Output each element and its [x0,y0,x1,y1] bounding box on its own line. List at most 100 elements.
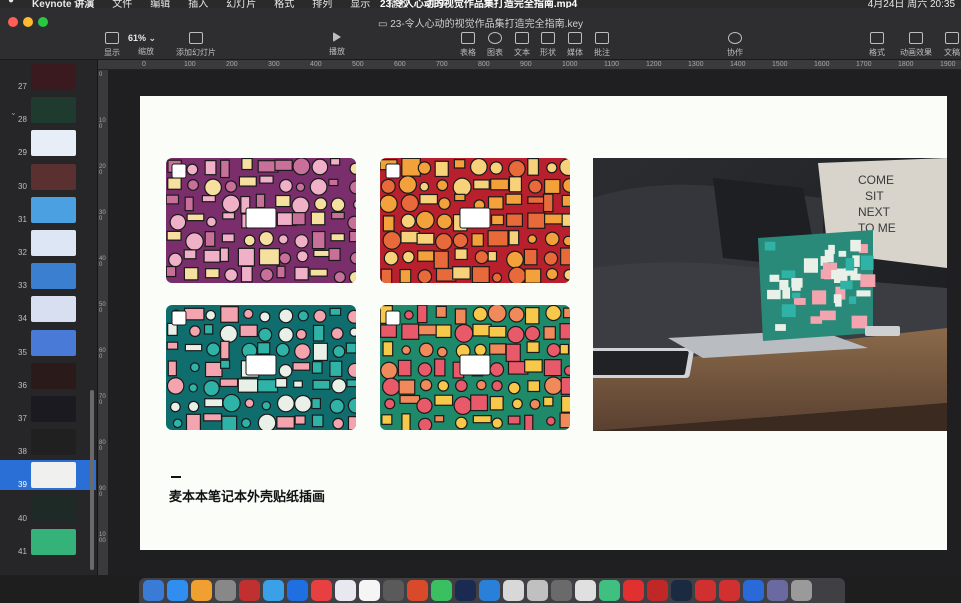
slide-thumbnail-item[interactable]: 35 [0,328,96,358]
comment-button[interactable]: 批注 [594,32,610,58]
dock-app-icon[interactable] [671,580,692,601]
dock-app-icon[interactable] [503,580,524,601]
illustration-green[interactable] [380,305,570,430]
dock-app-icon[interactable] [407,580,428,601]
media-button[interactable]: 媒体 [567,32,583,58]
slide-thumbnail-item[interactable]: 37 [0,394,96,424]
current-slide[interactable]: COME SIT NEXT TO ME 麦本本笔记本外壳贴纸插画 [140,96,947,550]
slide-thumbnail-item[interactable]: 41 [0,527,96,557]
dock-app-icon[interactable] [383,580,404,601]
dock-app-icon[interactable] [167,580,188,601]
format-button[interactable]: 格式 [869,32,885,58]
menu-format[interactable]: 格式 [274,0,294,8]
add-slide-button[interactable]: 添加幻灯片 [176,32,216,58]
illustration-shape [204,178,222,197]
dock-app-icon[interactable] [791,580,812,601]
illustration-shape [166,194,180,205]
slide-caption[interactable]: 麦本本笔记本外壳贴纸插画 [169,486,325,505]
slide-thumbnail-item[interactable]: 33 [0,261,96,291]
illustration-shape [204,231,216,247]
dock-app-icon[interactable] [623,580,644,601]
dock-app-icon[interactable] [143,580,164,601]
dock-app-icon[interactable] [743,580,764,601]
illustration-shape [380,194,398,213]
slide-thumbnail-item[interactable]: 39 [0,460,96,491]
slide-thumbnail-item[interactable]: 31 [0,195,96,225]
dock-app-icon[interactable] [215,580,236,601]
illustration-shape [416,397,433,414]
laptop-sticker-shape [812,290,827,305]
slide-thumbnail-item[interactable]: 34 [0,294,96,324]
illustration-shape [204,160,217,176]
slide-thumbnail-item[interactable]: 30 [0,162,96,192]
collapse-group-icon[interactable]: ⌄ [10,108,17,117]
play-button[interactable]: 播放 [329,32,345,57]
dock-app-icon[interactable] [359,580,380,601]
dock-app-icon[interactable] [551,580,572,601]
dock-app-icon[interactable] [575,580,596,601]
illustration-shape [382,341,394,357]
animate-button[interactable]: 动画效果 [900,32,932,58]
illustration-shape [347,215,356,231]
dock-app-icon[interactable] [527,580,548,601]
dock-app-icon[interactable] [263,580,284,601]
menu-view[interactable]: 显示 [350,0,370,8]
document-button[interactable]: 文稿 [944,32,960,58]
illustration-shape [471,266,490,283]
pillow-line-3: NEXT [858,205,891,219]
illustration-shape [508,159,526,178]
illustration-shape [168,252,183,268]
illustration-shape [490,214,505,226]
dock-app-icon[interactable] [335,580,356,601]
view-button[interactable]: 显示 [104,32,120,58]
slide-thumbnail-item[interactable]: 27 [0,62,96,92]
dock-app-icon[interactable] [311,580,332,601]
illustration-purple[interactable] [166,158,356,283]
menu-slide[interactable]: 幻灯片 [226,0,256,8]
menu-insert[interactable]: 插入 [188,0,208,8]
menu-app-name[interactable]: Keynote 讲演 [32,0,94,8]
dock-app-icon[interactable] [239,580,260,601]
text-button[interactable]: 文本 [514,32,530,58]
table-button[interactable]: 表格 [460,32,476,58]
illustration-teal[interactable] [166,305,356,430]
dock-app-icon[interactable] [767,580,788,601]
laptop-photo[interactable]: COME SIT NEXT TO ME [593,158,947,431]
slide-thumbnail-item[interactable]: 29 [0,128,96,158]
dock-app-icon[interactable] [719,580,740,601]
laptop-sticker-shape [781,304,796,318]
slide-thumbnail-item[interactable]: 40 [0,494,96,524]
illustration-shape [331,378,347,394]
illustration-shape [400,230,420,244]
menu-arrange[interactable]: 排列 [312,0,332,8]
illustration-shape [562,235,570,247]
dock-app-icon[interactable] [455,580,476,601]
slide-thumbnail-item[interactable]: 36 [0,361,96,391]
menu-file[interactable]: 文件 [112,0,132,8]
dock-app-icon[interactable] [647,580,668,601]
chart-button[interactable]: 图表 [487,32,503,58]
dock-app-icon[interactable] [287,580,308,601]
menu-edit[interactable]: 编辑 [150,0,170,8]
illustration-shape [294,266,309,281]
shape-button[interactable]: 形状 [540,32,556,58]
illustration-shape [381,377,401,396]
apple-icon[interactable]: ● [8,0,14,8]
illustration-shape [185,232,204,251]
dock-app-icon[interactable] [599,580,620,601]
dock-app-icon[interactable] [431,580,452,601]
zoom-select[interactable]: 61% ⌄ [128,33,156,44]
collaborate-button[interactable]: 协作 [727,32,743,58]
dock-app-icon[interactable] [479,580,500,601]
illustration-shape [436,179,449,192]
illustration-shape [527,234,538,244]
slide-thumbnail-item[interactable]: 38 [0,427,96,457]
sidebar-scrollbar[interactable] [90,390,94,570]
illustration-shape [166,341,179,350]
dock-app-icon[interactable] [191,580,212,601]
slide-thumbnail-item[interactable]: 32 [0,228,96,258]
illustration-shape [452,232,469,249]
menu-clock[interactable]: 4月24日 周六 20:35 [868,0,955,8]
illustration-orange[interactable] [380,158,570,283]
dock-app-icon[interactable] [695,580,716,601]
